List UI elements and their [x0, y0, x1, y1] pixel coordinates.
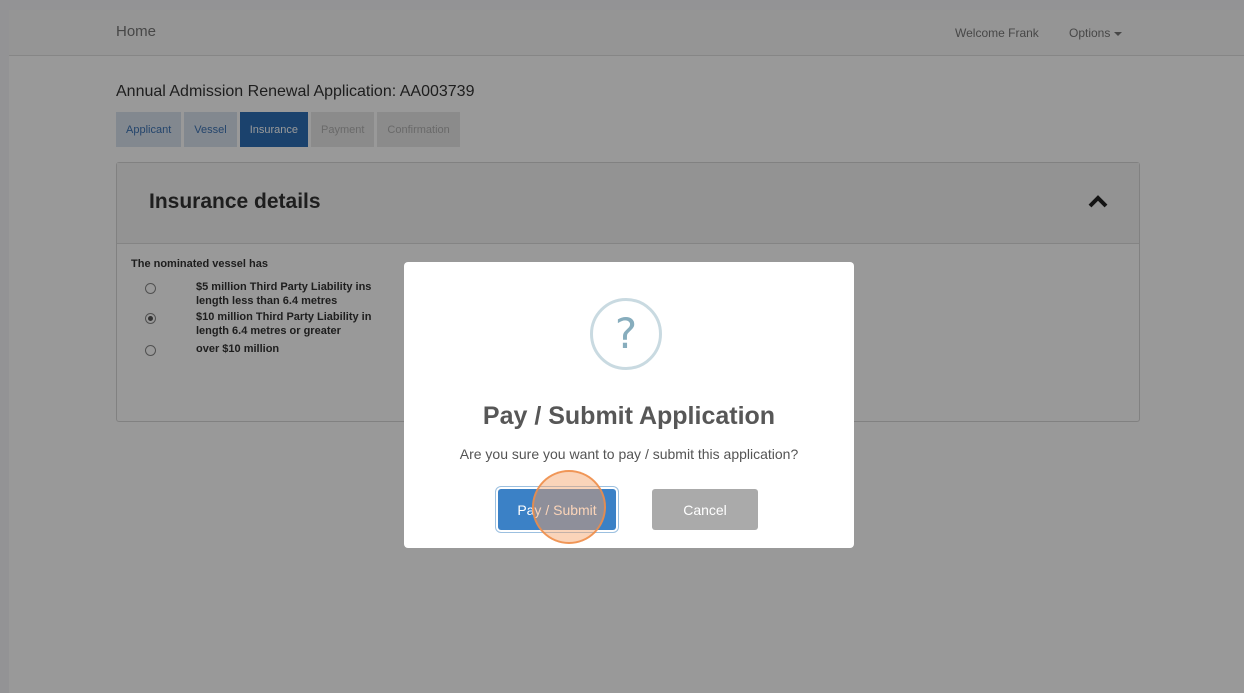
confirm-dialog: ? Pay / Submit Application Are you sure …	[404, 262, 854, 548]
cancel-button[interactable]: Cancel	[652, 489, 758, 530]
question-mark-icon: ?	[590, 298, 662, 370]
dialog-title: Pay / Submit Application	[482, 402, 776, 430]
dialog-message: Are you sure you want to pay / submit th…	[459, 446, 799, 462]
pay-submit-button[interactable]: Pay / Submit	[498, 489, 616, 530]
